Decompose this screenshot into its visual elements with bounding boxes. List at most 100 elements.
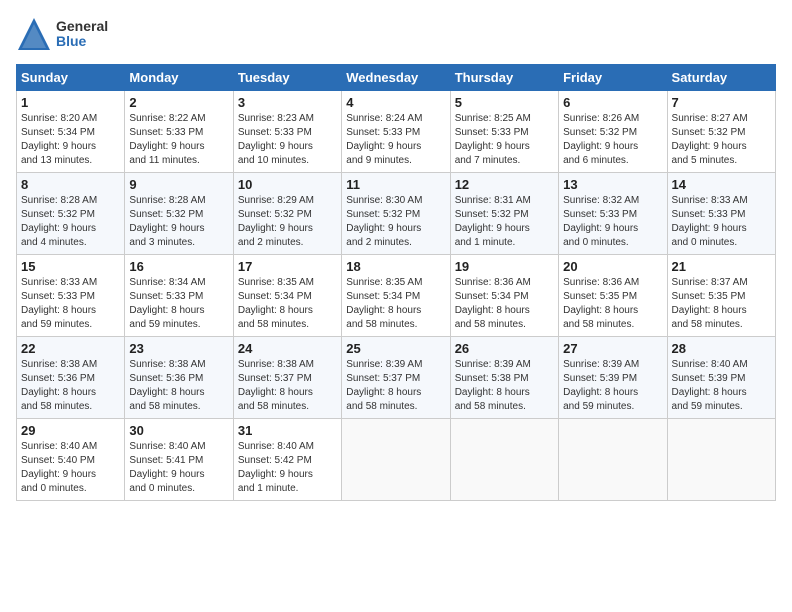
calendar-cell: 24Sunrise: 8:38 AM Sunset: 5:37 PM Dayli… <box>233 337 341 419</box>
day-number: 22 <box>21 341 120 356</box>
calendar-cell: 11Sunrise: 8:30 AM Sunset: 5:32 PM Dayli… <box>342 173 450 255</box>
col-header-saturday: Saturday <box>667 65 775 91</box>
day-number: 7 <box>672 95 771 110</box>
day-number: 14 <box>672 177 771 192</box>
day-detail: Sunrise: 8:40 AM Sunset: 5:39 PM Dayligh… <box>672 358 771 414</box>
calendar-cell: 9 Sunrise: 8:28 AM Sunset: 5:32 PM Daylig… <box>125 173 233 255</box>
day-detail: Sunrise: 8:32 AM Sunset: 5:33 PM Dayligh… <box>563 194 662 250</box>
calendar-cell: 4 Sunrise: 8:24 AM Sunset: 5:33 PM Daylig… <box>342 91 450 173</box>
day-number: 2 <box>129 95 228 110</box>
day-number: 11 <box>346 177 445 192</box>
calendar-cell <box>559 419 667 501</box>
day-detail: Sunrise: 8:38 AM Sunset: 5:36 PM Dayligh… <box>21 358 120 414</box>
day-number: 23 <box>129 341 228 356</box>
day-detail: Sunrise: 8:28 AM Sunset: 5:32 PM Dayligh… <box>129 194 228 250</box>
calendar-cell: 3 Sunrise: 8:23 AM Sunset: 5:33 PM Daylig… <box>233 91 341 173</box>
day-detail: Sunrise: 8:40 AM Sunset: 5:40 PM Dayligh… <box>21 440 120 496</box>
day-detail: Sunrise: 8:23 AM Sunset: 5:33 PM Dayligh… <box>238 112 337 168</box>
calendar-cell: 23 Sunrise: 8:38 AM Sunset: 5:36 PM Dayli… <box>125 337 233 419</box>
calendar-cell: 31Sunrise: 8:40 AM Sunset: 5:42 PM Dayli… <box>233 419 341 501</box>
calendar-cell: 27Sunrise: 8:39 AM Sunset: 5:39 PM Dayli… <box>559 337 667 419</box>
calendar-cell: 18Sunrise: 8:35 AM Sunset: 5:34 PM Dayli… <box>342 255 450 337</box>
page: GeneralBlue SundayMondayTuesdayWednesday… <box>0 0 792 612</box>
day-detail: Sunrise: 8:35 AM Sunset: 5:34 PM Dayligh… <box>238 276 337 332</box>
calendar-cell: 8 Sunrise: 8:28 AM Sunset: 5:32 PM Daylig… <box>17 173 125 255</box>
day-number: 5 <box>455 95 554 110</box>
calendar-cell <box>667 419 775 501</box>
day-number: 18 <box>346 259 445 274</box>
calendar-week-1: 1 Sunrise: 8:20 AM Sunset: 5:34 PM Daylig… <box>17 91 776 173</box>
day-number: 6 <box>563 95 662 110</box>
calendar-week-4: 22 Sunrise: 8:38 AM Sunset: 5:36 PM Dayli… <box>17 337 776 419</box>
day-number: 1 <box>21 95 120 110</box>
col-header-thursday: Thursday <box>450 65 558 91</box>
calendar-header-row: SundayMondayTuesdayWednesdayThursdayFrid… <box>17 65 776 91</box>
calendar-cell: 30 Sunrise: 8:40 AM Sunset: 5:41 PM Dayli… <box>125 419 233 501</box>
day-number: 8 <box>21 177 120 192</box>
day-number: 4 <box>346 95 445 110</box>
calendar-cell: 25 Sunrise: 8:39 AM Sunset: 5:37 PM Dayli… <box>342 337 450 419</box>
calendar-cell: 16 Sunrise: 8:34 AM Sunset: 5:33 PM Dayli… <box>125 255 233 337</box>
calendar-cell: 26Sunrise: 8:39 AM Sunset: 5:38 PM Dayli… <box>450 337 558 419</box>
day-number: 28 <box>672 341 771 356</box>
day-detail: Sunrise: 8:20 AM Sunset: 5:34 PM Dayligh… <box>21 112 120 168</box>
calendar-cell: 29Sunrise: 8:40 AM Sunset: 5:40 PM Dayli… <box>17 419 125 501</box>
calendar-week-2: 8 Sunrise: 8:28 AM Sunset: 5:32 PM Daylig… <box>17 173 776 255</box>
day-number: 25 <box>346 341 445 356</box>
calendar-cell: 1 Sunrise: 8:20 AM Sunset: 5:34 PM Daylig… <box>17 91 125 173</box>
day-detail: Sunrise: 8:31 AM Sunset: 5:32 PM Dayligh… <box>455 194 554 250</box>
col-header-wednesday: Wednesday <box>342 65 450 91</box>
day-number: 30 <box>129 423 228 438</box>
day-number: 20 <box>563 259 662 274</box>
calendar-table: SundayMondayTuesdayWednesdayThursdayFrid… <box>16 64 776 501</box>
day-number: 10 <box>238 177 337 192</box>
day-detail: Sunrise: 8:36 AM Sunset: 5:34 PM Dayligh… <box>455 276 554 332</box>
day-number: 15 <box>21 259 120 274</box>
calendar-cell: 5Sunrise: 8:25 AM Sunset: 5:33 PM Daylig… <box>450 91 558 173</box>
day-detail: Sunrise: 8:39 AM Sunset: 5:37 PM Dayligh… <box>346 358 445 414</box>
day-detail: Sunrise: 8:28 AM Sunset: 5:32 PM Dayligh… <box>21 194 120 250</box>
calendar-week-5: 29Sunrise: 8:40 AM Sunset: 5:40 PM Dayli… <box>17 419 776 501</box>
logo-icon <box>16 16 52 52</box>
calendar-cell: 28 Sunrise: 8:40 AM Sunset: 5:39 PM Dayli… <box>667 337 775 419</box>
calendar-week-3: 15 Sunrise: 8:33 AM Sunset: 5:33 PM Dayli… <box>17 255 776 337</box>
calendar-cell: 13 Sunrise: 8:32 AM Sunset: 5:33 PM Dayli… <box>559 173 667 255</box>
calendar-cell: 21 Sunrise: 8:37 AM Sunset: 5:35 PM Dayli… <box>667 255 775 337</box>
day-detail: Sunrise: 8:24 AM Sunset: 5:33 PM Dayligh… <box>346 112 445 168</box>
col-header-tuesday: Tuesday <box>233 65 341 91</box>
day-number: 16 <box>129 259 228 274</box>
day-detail: Sunrise: 8:40 AM Sunset: 5:42 PM Dayligh… <box>238 440 337 496</box>
day-detail: Sunrise: 8:37 AM Sunset: 5:35 PM Dayligh… <box>672 276 771 332</box>
day-detail: Sunrise: 8:38 AM Sunset: 5:36 PM Dayligh… <box>129 358 228 414</box>
calendar-cell <box>450 419 558 501</box>
day-number: 9 <box>129 177 228 192</box>
day-detail: Sunrise: 8:36 AM Sunset: 5:35 PM Dayligh… <box>563 276 662 332</box>
day-detail: Sunrise: 8:26 AM Sunset: 5:32 PM Dayligh… <box>563 112 662 168</box>
day-number: 21 <box>672 259 771 274</box>
header: GeneralBlue <box>16 16 776 52</box>
calendar-cell <box>342 419 450 501</box>
day-number: 3 <box>238 95 337 110</box>
day-detail: Sunrise: 8:34 AM Sunset: 5:33 PM Dayligh… <box>129 276 228 332</box>
day-number: 12 <box>455 177 554 192</box>
day-number: 24 <box>238 341 337 356</box>
day-number: 19 <box>455 259 554 274</box>
calendar-cell: 14Sunrise: 8:33 AM Sunset: 5:33 PM Dayli… <box>667 173 775 255</box>
day-detail: Sunrise: 8:33 AM Sunset: 5:33 PM Dayligh… <box>21 276 120 332</box>
col-header-sunday: Sunday <box>17 65 125 91</box>
calendar-cell: 19 Sunrise: 8:36 AM Sunset: 5:34 PM Dayli… <box>450 255 558 337</box>
day-detail: Sunrise: 8:39 AM Sunset: 5:39 PM Dayligh… <box>563 358 662 414</box>
day-detail: Sunrise: 8:40 AM Sunset: 5:41 PM Dayligh… <box>129 440 228 496</box>
calendar-cell: 22 Sunrise: 8:38 AM Sunset: 5:36 PM Dayli… <box>17 337 125 419</box>
calendar-cell: 10 Sunrise: 8:29 AM Sunset: 5:32 PM Dayli… <box>233 173 341 255</box>
col-header-friday: Friday <box>559 65 667 91</box>
logo: GeneralBlue <box>16 16 108 52</box>
calendar-cell: 17 Sunrise: 8:35 AM Sunset: 5:34 PM Dayli… <box>233 255 341 337</box>
day-number: 13 <box>563 177 662 192</box>
day-number: 17 <box>238 259 337 274</box>
calendar-cell: 12 Sunrise: 8:31 AM Sunset: 5:32 PM Dayli… <box>450 173 558 255</box>
day-detail: Sunrise: 8:29 AM Sunset: 5:32 PM Dayligh… <box>238 194 337 250</box>
logo-general-text: General <box>56 18 108 34</box>
calendar-cell: 20 Sunrise: 8:36 AM Sunset: 5:35 PM Dayli… <box>559 255 667 337</box>
day-number: 26 <box>455 341 554 356</box>
